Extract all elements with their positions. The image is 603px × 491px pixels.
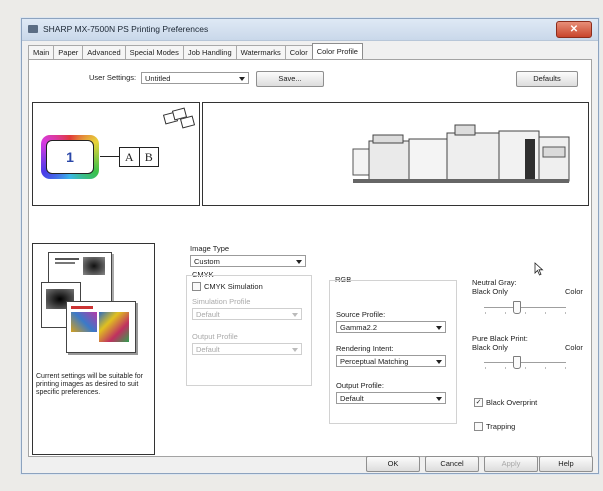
user-settings-value: Untitled bbox=[145, 74, 171, 83]
tab-color[interactable]: Color bbox=[284, 45, 313, 59]
simulation-profile-select[interactable]: Default bbox=[192, 308, 302, 320]
tab-job-handling[interactable]: Job Handling bbox=[182, 45, 237, 59]
ok-button[interactable]: OK bbox=[366, 456, 420, 472]
source-profile-value: Gamma2.2 bbox=[340, 323, 378, 332]
tab-main[interactable]: Main bbox=[28, 45, 55, 59]
tab-special-modes[interactable]: Special Modes bbox=[124, 45, 184, 59]
tab-watermarks[interactable]: Watermarks bbox=[235, 45, 286, 59]
color-frame-icon: 1 bbox=[41, 135, 99, 179]
pure-black-right-label: Color bbox=[565, 343, 583, 352]
trapping-label: Trapping bbox=[486, 422, 516, 431]
cmyk-output-profile-label: Output Profile bbox=[192, 332, 238, 341]
cancel-button[interactable]: Cancel bbox=[425, 456, 479, 472]
cmyk-output-profile-value: Default bbox=[196, 345, 220, 354]
printing-preferences-window: SHARP MX-7500N PS Printing Preferences ✕… bbox=[21, 18, 599, 474]
rgb-output-profile-value: Default bbox=[340, 394, 364, 403]
chevron-down-icon bbox=[296, 260, 302, 264]
source-profile-label: Source Profile: bbox=[336, 310, 386, 319]
apply-button[interactable]: Apply bbox=[484, 456, 538, 472]
info-preview-box: Current settings will be suitable for pr… bbox=[32, 243, 155, 455]
page-b: B bbox=[144, 150, 153, 164]
rendering-intent-value: Perceptual Matching bbox=[340, 357, 409, 366]
page-a: A bbox=[120, 148, 140, 166]
simulation-profile-label: Simulation Profile bbox=[192, 297, 251, 306]
tab-advanced[interactable]: Advanced bbox=[82, 45, 126, 59]
color-profile-panel: User Settings: Untitled Save... Defaults… bbox=[28, 59, 592, 457]
rgb-output-profile-select[interactable]: Default bbox=[336, 392, 446, 404]
copies-number: 1 bbox=[46, 140, 94, 174]
rgb-output-profile-label: Output Profile: bbox=[336, 381, 384, 390]
neutral-gray-slider-track[interactable] bbox=[484, 307, 566, 308]
pure-black-left-label: Black Only bbox=[472, 343, 508, 352]
pages-ab-icon: A B bbox=[119, 147, 159, 167]
mouse-cursor-icon bbox=[534, 262, 544, 276]
pure-black-print-label: Pure Black Print: bbox=[472, 334, 528, 343]
tab-paper[interactable]: Paper bbox=[53, 45, 84, 59]
image-type-label: Image Type bbox=[190, 244, 230, 253]
pure-black-slider-track[interactable] bbox=[484, 362, 566, 363]
image-type-select[interactable]: Custom bbox=[190, 255, 306, 267]
black-overprint-checkbox[interactable]: ✓ bbox=[474, 398, 483, 407]
close-button[interactable]: ✕ bbox=[556, 21, 592, 38]
printer-preview bbox=[202, 102, 589, 206]
connector-line bbox=[100, 156, 120, 157]
neutral-gray-right-label: Color bbox=[565, 287, 583, 296]
info-text: Current settings will be suitable for pr… bbox=[36, 373, 143, 396]
simulation-profile-value: Default bbox=[196, 310, 220, 319]
rendering-intent-select[interactable]: Perceptual Matching bbox=[336, 355, 446, 367]
cmyk-group bbox=[186, 275, 312, 386]
cmyk-simulation-label: CMYK Simulation bbox=[204, 282, 263, 291]
printer-illustration-icon bbox=[352, 124, 570, 183]
user-settings-label: User Settings: bbox=[89, 73, 137, 82]
chevron-down-icon bbox=[436, 360, 442, 364]
help-button[interactable]: Help bbox=[539, 456, 593, 472]
chevron-down-icon bbox=[292, 313, 298, 317]
checkmark-icon: ✓ bbox=[475, 399, 482, 406]
tab-strip: Main Paper Advanced Special Modes Job Ha… bbox=[28, 43, 363, 59]
pure-black-slider-thumb[interactable] bbox=[513, 356, 521, 369]
chevron-down-icon bbox=[292, 348, 298, 352]
trapping-checkbox[interactable] bbox=[474, 422, 483, 431]
layout-preview: 1 A B bbox=[32, 102, 200, 206]
cmyk-simulation-checkbox[interactable] bbox=[192, 282, 201, 291]
rendering-intent-label: Rendering Intent: bbox=[336, 344, 394, 353]
save-button[interactable]: Save... bbox=[256, 71, 324, 87]
neutral-gray-slider-thumb[interactable] bbox=[513, 301, 521, 314]
user-settings-select[interactable]: Untitled bbox=[141, 72, 249, 84]
black-overprint-label: Black Overprint bbox=[486, 398, 538, 407]
chevron-down-icon bbox=[436, 326, 442, 330]
neutral-gray-left-label: Black Only bbox=[472, 287, 508, 296]
image-type-value: Custom bbox=[194, 257, 220, 266]
tab-color-profile[interactable]: Color Profile bbox=[311, 43, 363, 59]
printer-icon bbox=[28, 25, 38, 33]
title-bar: SHARP MX-7500N PS Printing Preferences ✕ bbox=[22, 19, 598, 41]
chevron-down-icon bbox=[239, 77, 245, 81]
defaults-button[interactable]: Defaults bbox=[516, 71, 578, 87]
cmyk-output-profile-select[interactable]: Default bbox=[192, 343, 302, 355]
chevron-down-icon bbox=[436, 397, 442, 401]
window-title: SHARP MX-7500N PS Printing Preferences bbox=[43, 24, 209, 34]
sample-page-front-icon bbox=[66, 301, 136, 353]
source-profile-select[interactable]: Gamma2.2 bbox=[336, 321, 446, 333]
neutral-gray-label: Neutral Gray: bbox=[472, 278, 517, 287]
